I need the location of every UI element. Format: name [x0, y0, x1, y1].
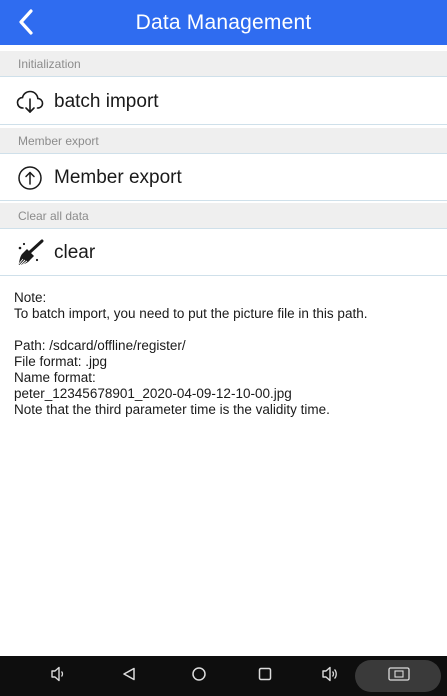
recents-nav-button[interactable]	[253, 666, 277, 686]
home-circle-icon	[191, 666, 207, 687]
screenshot-button[interactable]	[386, 666, 412, 686]
member-export-row[interactable]: Member export	[0, 155, 447, 201]
back-triangle-icon	[122, 667, 136, 686]
batch-import-label: batch import	[54, 90, 159, 112]
clear-row[interactable]: clear	[0, 230, 447, 276]
batch-import-row[interactable]: batch import	[0, 79, 447, 125]
note-path: Path: /sdcard/offline/register/	[14, 338, 186, 353]
section-label-member-export: Member export	[0, 128, 447, 154]
screenshot-icon	[388, 666, 410, 686]
system-navigation-bar	[0, 656, 447, 696]
broom-icon	[16, 239, 44, 267]
back-nav-button[interactable]	[117, 666, 141, 686]
note-name-format: Name format:	[14, 370, 96, 385]
section-label-initialization: Initialization	[0, 51, 447, 77]
volume-down-button[interactable]	[46, 666, 70, 686]
member-export-label: Member export	[54, 166, 182, 188]
clear-label: clear	[54, 241, 96, 263]
notes-block: Note: To batch import, you need to put t…	[14, 290, 444, 418]
note-file-format: File format: .jpg	[14, 354, 108, 369]
note-validity: Note that the third parameter time is th…	[14, 402, 330, 417]
note-heading: Note:	[14, 290, 47, 305]
arrow-up-circle-icon	[16, 164, 44, 192]
cloud-download-icon	[16, 88, 44, 116]
home-nav-button[interactable]	[187, 666, 211, 686]
section-label-clear-all-data: Clear all data	[0, 203, 447, 229]
recents-square-icon	[258, 667, 272, 686]
volume-up-icon	[322, 666, 338, 687]
note-instruction: To batch import, you need to put the pic…	[14, 306, 368, 321]
title-bar: Data Management	[0, 0, 447, 45]
page-title: Data Management	[135, 11, 312, 34]
note-example-filename: peter_12345678901_2020-04-09-12-10-00.jp…	[14, 386, 292, 401]
volume-down-icon	[51, 666, 65, 687]
volume-up-button[interactable]	[318, 666, 342, 686]
app-screen: Data Management Initialization batch imp…	[0, 0, 447, 656]
